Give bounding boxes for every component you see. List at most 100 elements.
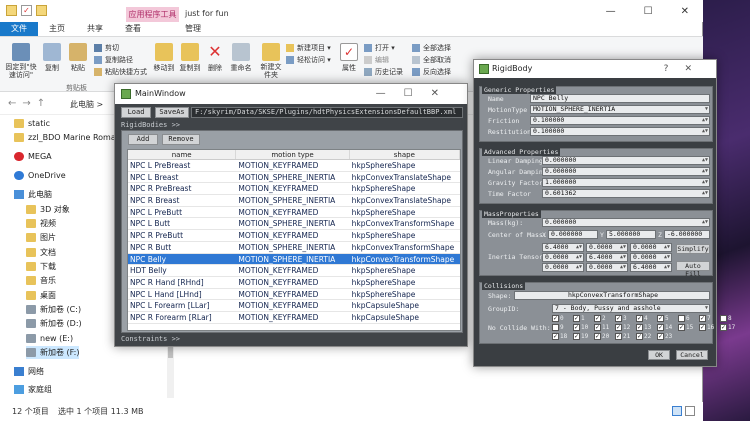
- simplify-button[interactable]: Simplify: [676, 244, 710, 254]
- back-arrow-icon[interactable]: ←: [8, 98, 22, 109]
- table-row[interactable]: NPC R PreButt MOTION_KEYFRAMED hkpSphereSh…: [128, 230, 460, 242]
- checkbox-checked-icon[interactable]: ✓: [636, 324, 643, 331]
- no-collide-checkbox[interactable]: 9: [552, 324, 571, 331]
- no-collide-checkbox[interactable]: ✓ 14: [657, 324, 676, 331]
- tab-file[interactable]: 文件: [0, 22, 38, 36]
- checkbox-checked-icon[interactable]: ✓: [657, 324, 664, 331]
- properties-button[interactable]: ✓ 属性: [338, 43, 360, 73]
- nav-item[interactable]: zzl_BDO Marine Romance: [14, 131, 130, 144]
- no-collide-checkbox[interactable]: ✓ 18: [552, 333, 571, 340]
- shape-button[interactable]: hkpConvexTransformShape: [514, 291, 710, 300]
- no-collide-checkbox[interactable]: ✓ 3: [615, 315, 634, 322]
- nav-item[interactable]: 家庭组: [14, 383, 52, 396]
- table-row[interactable]: NPC L Breast MOTION_SPHERE_INERTIA hkpConv…: [128, 172, 460, 184]
- name-field[interactable]: NPC Belly: [530, 94, 710, 103]
- table-row[interactable]: NPC R Hand [RHnd] MOTION_KEYFRAMED hkpSphe…: [128, 277, 460, 289]
- motion-type-select[interactable]: MOTION_SPHERE_INERTIA ▼: [530, 105, 710, 114]
- nav-item[interactable]: 网络: [14, 365, 44, 378]
- no-collide-checkbox[interactable]: ✓ 22: [636, 333, 655, 340]
- no-collide-checkbox[interactable]: ✓ 20: [594, 333, 613, 340]
- mass-spinbox[interactable]: 0.000000 ▲▼: [542, 218, 710, 227]
- spin-arrows-icon[interactable]: ▲▼: [620, 254, 626, 261]
- no-collide-checkbox[interactable]: ✓ 1: [573, 315, 592, 322]
- forward-arrow-icon[interactable]: →: [22, 98, 36, 109]
- com-y-field[interactable]: 5.000000: [606, 230, 656, 239]
- spin-arrows-icon[interactable]: ▲▼: [702, 219, 708, 226]
- spin-arrows-icon[interactable]: ▲▼: [664, 244, 670, 251]
- spin-arrows-icon[interactable]: ▲▼: [702, 190, 708, 197]
- delete-button[interactable]: ✕ 删除: [204, 43, 226, 73]
- table-row[interactable]: NPC L PreButt MOTION_KEYFRAMED hkpSphereSh…: [128, 207, 460, 219]
- help-icon[interactable]: ?: [664, 64, 685, 74]
- nav-item[interactable]: 3D 对象: [26, 203, 70, 216]
- details-view-icon[interactable]: [672, 406, 682, 416]
- column-header-motion-type[interactable]: motion type: [236, 150, 350, 159]
- minimize-icon[interactable]: —: [606, 6, 616, 17]
- checkbox-checked-icon[interactable]: ✓: [678, 324, 685, 331]
- app-tools-tab[interactable]: 应用程序工具: [126, 7, 179, 22]
- no-collide-checkbox[interactable]: ✓ 2: [594, 315, 613, 322]
- inertia-tensor-field[interactable]: 0.0000 ▲▼: [542, 263, 584, 272]
- checkbox-checked-icon[interactable]: ✓: [573, 315, 580, 322]
- checkbox-checked-icon[interactable]: ✓: [636, 315, 643, 322]
- nav-item[interactable]: static: [14, 117, 50, 130]
- folder-icon[interactable]: [36, 5, 47, 16]
- spin-arrows-icon[interactable]: ▲▼: [576, 264, 582, 271]
- copy-button[interactable]: 复制: [40, 43, 64, 73]
- nav-item[interactable]: 文档: [26, 246, 56, 259]
- table-row[interactable]: HDT Belly MOTION_KEYFRAMED hkpSphereShape: [128, 265, 460, 277]
- no-collide-checkbox[interactable]: ✓ 5: [657, 315, 676, 322]
- save-as-button[interactable]: SaveAs: [155, 107, 189, 118]
- no-collide-checkbox[interactable]: ✓ 10: [573, 324, 592, 331]
- no-collide-checkbox[interactable]: ✓ 4: [636, 315, 655, 322]
- spin-arrows-icon[interactable]: ▲▼: [620, 244, 626, 251]
- up-arrow-icon[interactable]: ↑: [37, 98, 51, 109]
- minimize-icon[interactable]: —: [376, 88, 404, 99]
- checkbox-unchecked-icon[interactable]: [720, 315, 727, 322]
- checkbox-checked-icon[interactable]: ✓: [594, 333, 601, 340]
- open-button[interactable]: 打开 ▾: [364, 43, 395, 53]
- checkbox-checked-icon[interactable]: ✓: [615, 333, 622, 340]
- select-all-button[interactable]: 全部选择: [412, 43, 451, 53]
- checkbox-checked-icon[interactable]: ✓: [615, 315, 622, 322]
- nav-item[interactable]: 视频: [26, 217, 56, 230]
- checkbox-checked-icon[interactable]: ✓: [552, 333, 559, 340]
- spin-arrows-icon[interactable]: ▲▼: [664, 254, 670, 261]
- move-to-button[interactable]: 移动到: [152, 43, 176, 73]
- no-collide-checkbox[interactable]: ✓ 21: [615, 333, 634, 340]
- checkbox-checked-icon[interactable]: ✓: [573, 324, 580, 331]
- table-row[interactable]: NPC R Breast MOTION_SPHERE_INERTIA hkpConv…: [128, 195, 460, 207]
- tab-share[interactable]: 共享: [76, 22, 114, 36]
- new-folder-button[interactable]: 新建文件夹: [258, 43, 284, 79]
- address-path[interactable]: 此电脑 >: [70, 99, 103, 110]
- group-id-select[interactable]: 7 - Body, Pussy and asshole ▼: [552, 304, 710, 313]
- no-collide-checkbox[interactable]: ✓ 12: [615, 324, 634, 331]
- spin-arrows-icon[interactable]: ▲▼: [702, 128, 708, 135]
- nav-item[interactable]: 图片: [26, 231, 56, 244]
- nav-item[interactable]: 下载: [26, 260, 56, 273]
- checkbox-checked-icon[interactable]: ✓: [657, 333, 664, 340]
- no-collide-checkbox[interactable]: ✓ 23: [657, 333, 676, 340]
- nav-item[interactable]: MEGA: [14, 150, 52, 163]
- close-icon[interactable]: ✕: [681, 6, 689, 17]
- nav-item[interactable]: new (E:): [26, 332, 73, 345]
- checkbox-unchecked-icon[interactable]: [552, 324, 559, 331]
- table-row[interactable]: NPC R Butt MOTION_SPHERE_INERTIA hkpConvex…: [128, 242, 460, 254]
- checkbox-checked-icon[interactable]: ✓: [594, 315, 601, 322]
- inertia-tensor-field[interactable]: 0.0000 ▲▼: [586, 243, 628, 252]
- cancel-button[interactable]: Cancel: [676, 350, 708, 360]
- no-collide-checkbox[interactable]: ✓ 16: [699, 324, 718, 331]
- nav-item[interactable]: 新加卷 (C:): [26, 303, 81, 316]
- easy-access-button[interactable]: 轻松访问 ▾: [286, 55, 331, 65]
- gravity-factor-spinbox[interactable]: 1.000000 ▲▼: [542, 178, 710, 187]
- new-item-button[interactable]: 新建项目 ▾: [286, 43, 331, 53]
- ok-button[interactable]: OK: [648, 350, 670, 360]
- paste-shortcut-button[interactable]: 粘贴快捷方式: [94, 67, 147, 77]
- constraints-toggle[interactable]: Constraints >>: [121, 335, 180, 343]
- checkbox-checked-icon[interactable]: ✓: [657, 315, 664, 322]
- spin-arrows-icon[interactable]: ▲▼: [702, 157, 708, 164]
- copy-path-button[interactable]: 复制路径: [94, 55, 133, 65]
- no-collide-checkbox[interactable]: ✓ 17: [720, 324, 739, 331]
- no-collide-checkbox[interactable]: ✓ 15: [678, 324, 697, 331]
- table-row[interactable]: NPC L PreBreast MOTION_KEYFRAMED hkpSphere…: [128, 160, 460, 172]
